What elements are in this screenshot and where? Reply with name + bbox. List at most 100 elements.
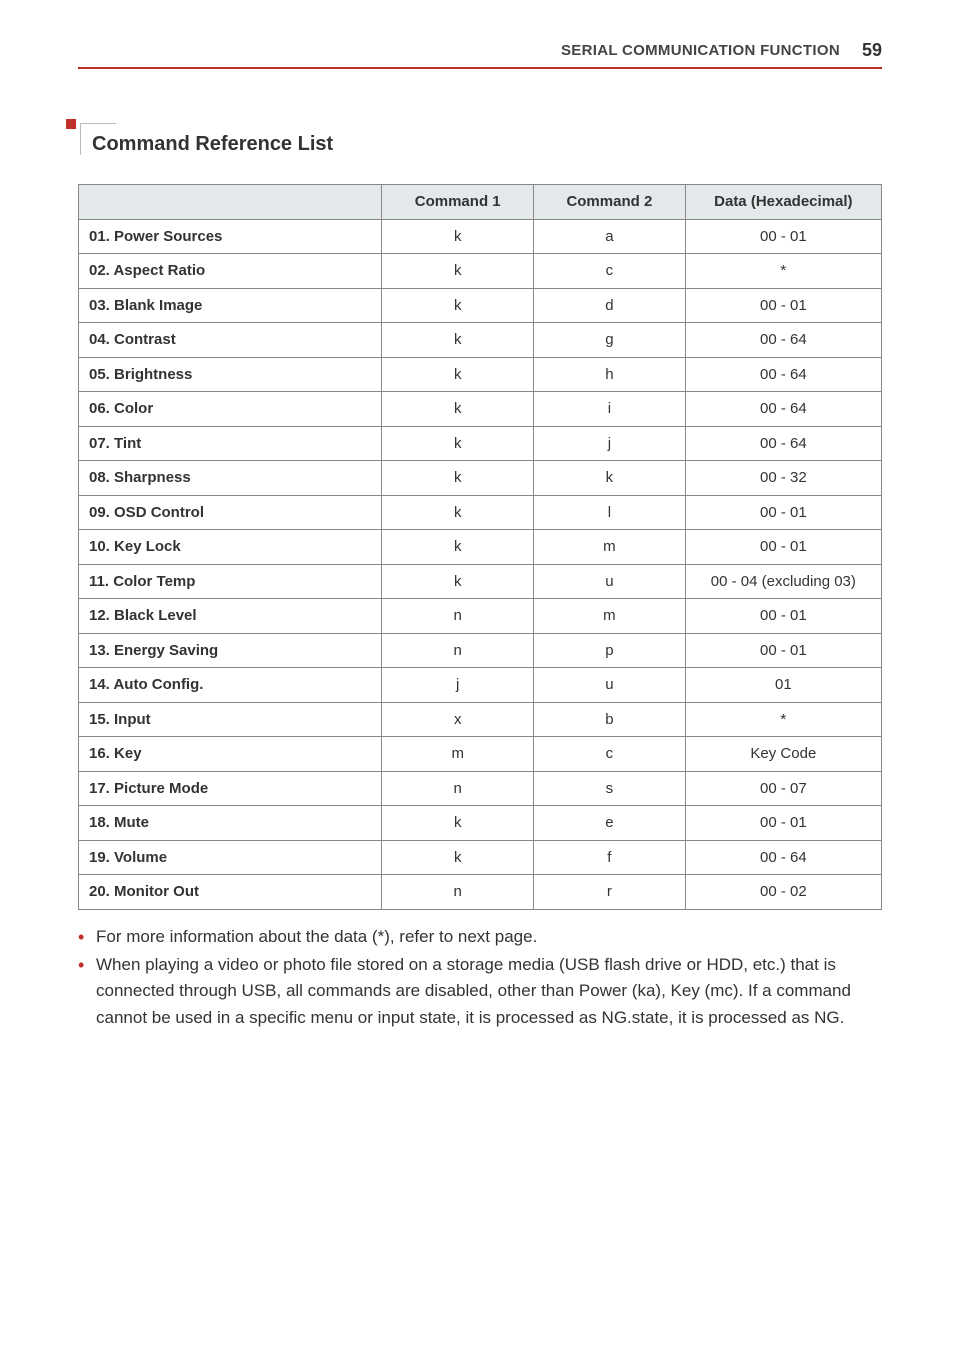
table-row: 12. Black Levelnm00 - 01 [79, 599, 882, 634]
table-row: 11. Color Tempku00 - 04 (excluding 03) [79, 564, 882, 599]
command1-value: k [382, 840, 534, 875]
command2-value: c [534, 254, 686, 289]
command-reference-table: Command 1 Command 2 Data (Hexadecimal) 0… [78, 184, 882, 910]
command1-value: k [382, 564, 534, 599]
heading-square-icon [66, 119, 76, 129]
data-range-value: * [685, 254, 881, 289]
command1-value: k [382, 288, 534, 323]
data-range-value: 00 - 01 [685, 530, 881, 565]
command2-value: j [534, 426, 686, 461]
data-range-value: 00 - 64 [685, 426, 881, 461]
data-range-value: 00 - 01 [685, 806, 881, 841]
table-row: 04. Contrastkg00 - 64 [79, 323, 882, 358]
command-label: 20. Monitor Out [79, 875, 382, 910]
data-range-value: 00 - 04 (excluding 03) [685, 564, 881, 599]
command1-value: j [382, 668, 534, 703]
page-number: 59 [862, 40, 882, 61]
data-range-value: Key Code [685, 737, 881, 772]
data-range-value: 00 - 02 [685, 875, 881, 910]
command1-value: k [382, 426, 534, 461]
data-range-value: 00 - 64 [685, 840, 881, 875]
section-heading: Command Reference List [78, 127, 882, 156]
data-range-value: 00 - 01 [685, 288, 881, 323]
data-range-value: 00 - 01 [685, 495, 881, 530]
data-range-value: 00 - 64 [685, 357, 881, 392]
command-label: 19. Volume [79, 840, 382, 875]
command2-value: f [534, 840, 686, 875]
command1-value: k [382, 461, 534, 496]
command-label: 07. Tint [79, 426, 382, 461]
command-label: 13. Energy Saving [79, 633, 382, 668]
command2-value: u [534, 668, 686, 703]
command-label: 03. Blank Image [79, 288, 382, 323]
table-row: 05. Brightnesskh00 - 64 [79, 357, 882, 392]
command1-value: k [382, 323, 534, 358]
table-row: 10. Key Lockkm00 - 01 [79, 530, 882, 565]
command2-value: g [534, 323, 686, 358]
command-label: 12. Black Level [79, 599, 382, 634]
data-range-value: * [685, 702, 881, 737]
table-row: 02. Aspect Ratiokc* [79, 254, 882, 289]
command2-value: l [534, 495, 686, 530]
command-label: 15. Input [79, 702, 382, 737]
table-row: 03. Blank Imagekd00 - 01 [79, 288, 882, 323]
command2-value: c [534, 737, 686, 772]
command2-value: k [534, 461, 686, 496]
command2-value: m [534, 530, 686, 565]
command2-value: i [534, 392, 686, 427]
command-label: 04. Contrast [79, 323, 382, 358]
table-header-command2: Command 2 [534, 185, 686, 220]
command1-value: n [382, 771, 534, 806]
command2-value: h [534, 357, 686, 392]
command-label: 10. Key Lock [79, 530, 382, 565]
command-label: 06. Color [79, 392, 382, 427]
table-row: 01. Power Sourceska00 - 01 [79, 219, 882, 254]
table-row: 19. Volumekf00 - 64 [79, 840, 882, 875]
data-range-value: 00 - 01 [685, 599, 881, 634]
command2-value: m [534, 599, 686, 634]
table-row: 07. Tintkj00 - 64 [79, 426, 882, 461]
command2-value: p [534, 633, 686, 668]
data-range-value: 00 - 01 [685, 633, 881, 668]
command1-value: n [382, 599, 534, 634]
command-label: 17. Picture Mode [79, 771, 382, 806]
command-label: 18. Mute [79, 806, 382, 841]
command-label: 05. Brightness [79, 357, 382, 392]
command1-value: x [382, 702, 534, 737]
data-range-value: 01 [685, 668, 881, 703]
section-title: SERIAL COMMUNICATION FUNCTION [561, 42, 840, 59]
heading-text: Command Reference List [78, 127, 882, 156]
table-header-row: Command 1 Command 2 Data (Hexadecimal) [79, 185, 882, 220]
command1-value: k [382, 254, 534, 289]
command1-value: k [382, 530, 534, 565]
command2-value: u [534, 564, 686, 599]
page-header: SERIAL COMMUNICATION FUNCTION 59 [78, 40, 882, 69]
command-label: 11. Color Temp [79, 564, 382, 599]
command2-value: a [534, 219, 686, 254]
table-header-empty [79, 185, 382, 220]
command-label: 09. OSD Control [79, 495, 382, 530]
command1-value: k [382, 806, 534, 841]
table-row: 17. Picture Modens00 - 07 [79, 771, 882, 806]
table-row: 08. Sharpnesskk00 - 32 [79, 461, 882, 496]
notes-list: For more information about the data (*),… [78, 924, 882, 1031]
note-item: For more information about the data (*),… [78, 924, 882, 950]
command1-value: n [382, 875, 534, 910]
command1-value: k [382, 392, 534, 427]
data-range-value: 00 - 64 [685, 392, 881, 427]
command2-value: b [534, 702, 686, 737]
note-item: When playing a video or photo file store… [78, 952, 882, 1031]
command1-value: m [382, 737, 534, 772]
command2-value: s [534, 771, 686, 806]
data-range-value: 00 - 64 [685, 323, 881, 358]
data-range-value: 00 - 01 [685, 219, 881, 254]
data-range-value: 00 - 32 [685, 461, 881, 496]
command-label: 08. Sharpness [79, 461, 382, 496]
table-row: 13. Energy Savingnp00 - 01 [79, 633, 882, 668]
command-label: 02. Aspect Ratio [79, 254, 382, 289]
table-row: 14. Auto Config.ju01 [79, 668, 882, 703]
command2-value: e [534, 806, 686, 841]
command1-value: k [382, 219, 534, 254]
table-row: 18. Muteke00 - 01 [79, 806, 882, 841]
command1-value: k [382, 495, 534, 530]
